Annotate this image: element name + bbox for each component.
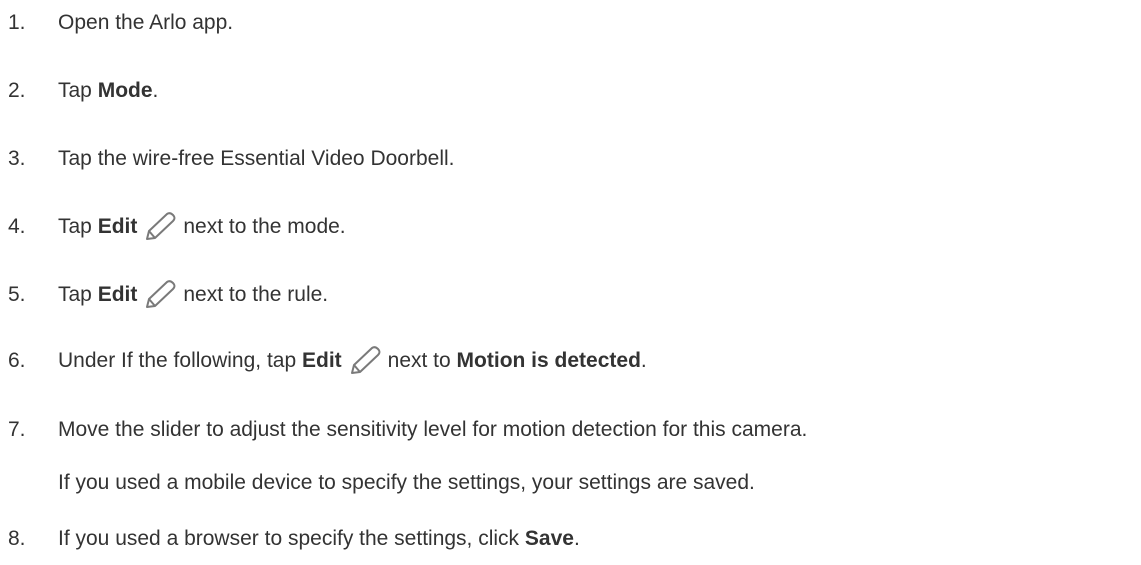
step-7: 7. Move the slider to adjust the sensiti… (0, 414, 1141, 446)
step-text: Tap Edit next to the mode. (58, 211, 346, 243)
step-number: 6. (8, 349, 26, 372)
step-text: Move the slider to adjust the sensitivit… (58, 414, 807, 446)
step-text-post: . (573, 527, 580, 550)
save-label: Save (524, 527, 574, 550)
edit-label: Edit (97, 283, 138, 306)
pencil-icon (348, 345, 382, 377)
step-text: Under If the following, tap Edit next to… (58, 345, 647, 377)
step-text-post2: . (640, 349, 647, 372)
step-number: 3. (8, 147, 26, 170)
step-text: Tap Edit next to the rule. (58, 279, 328, 311)
step-text-pre: If you used a browser to specify the set… (58, 527, 525, 550)
step-text-pre: Under If the following, tap (58, 349, 302, 372)
edit-label: Edit (97, 215, 138, 238)
step-7-note: If you used a mobile device to specify t… (58, 471, 755, 494)
step-text-content: Open the Arlo app. (58, 11, 234, 34)
pencil-icon (143, 279, 177, 311)
step-text-post: . (152, 79, 159, 102)
step-number: 8. (8, 527, 26, 550)
step-text: Tap Mode. (58, 75, 158, 107)
edit-label: Edit (301, 349, 342, 372)
step-3: 3. Tap the wire-free Essential Video Doo… (0, 143, 1141, 175)
step-number: 1. (8, 11, 26, 34)
step-text-post: next to the mode. (183, 215, 346, 238)
step-text-post: next to the rule. (183, 283, 329, 306)
step-6: 6. Under If the following, tap Edit next… (0, 345, 1141, 377)
motion-detected-label: Motion is detected (456, 349, 641, 372)
step-text: Open the Arlo app. (58, 7, 233, 39)
step-number: 4. (8, 215, 26, 238)
step-4: 4. Tap Edit next to the mode. (0, 211, 1141, 243)
step-text-pre: Tap (58, 79, 98, 102)
step-number: 5. (8, 283, 26, 306)
step-text: If you used a browser to specify the set… (58, 523, 580, 555)
step-number: 2. (8, 79, 26, 102)
step-text-pre: Tap (58, 283, 98, 306)
step-5: 5. Tap Edit next to the rule. (0, 279, 1141, 311)
step-text: Tap the wire-free Essential Video Doorbe… (58, 143, 455, 175)
mode-label: Mode (97, 79, 153, 102)
step-number: 7. (8, 418, 26, 441)
step-text-pre: Tap (58, 215, 98, 238)
step-8: 8. If you used a browser to specify the … (0, 523, 1141, 555)
pencil-icon (143, 211, 177, 243)
step-2: 2. Tap Mode. (0, 75, 1141, 107)
step-1: 1. Open the Arlo app. (0, 7, 1141, 39)
step-text-content: Move the slider to adjust the sensitivit… (58, 418, 808, 441)
step-text-post: next to (387, 349, 457, 372)
step-text-content: Tap the wire-free Essential Video Doorbe… (58, 147, 455, 170)
